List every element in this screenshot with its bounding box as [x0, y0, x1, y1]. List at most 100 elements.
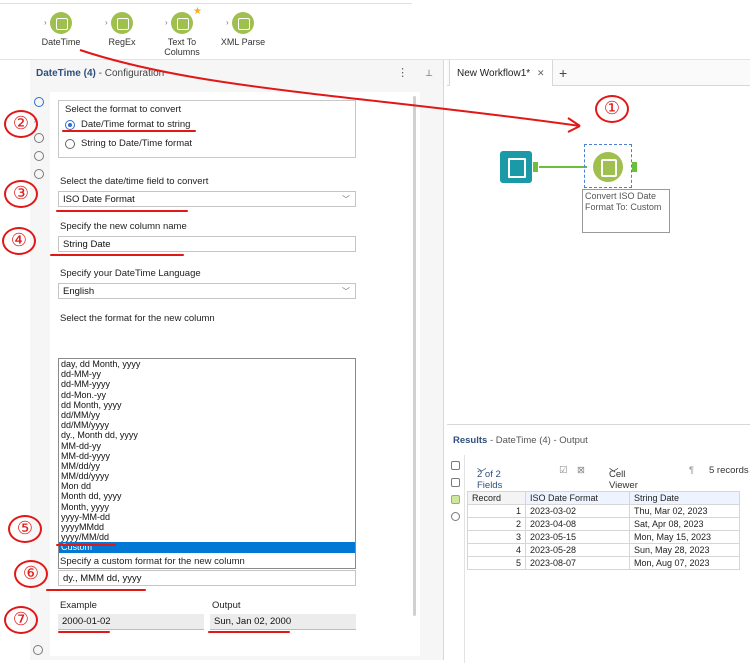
data-view-icon[interactable]: [451, 495, 460, 504]
configuration-gear-icon[interactable]: [33, 97, 44, 107]
table-cell[interactable]: Mon, May 15, 2023: [629, 530, 740, 544]
field-select-dropdown[interactable]: ISO Date Format ﹀: [58, 191, 356, 207]
table-cell[interactable]: 2: [467, 517, 526, 531]
format-option[interactable]: MM/dd/yyyy: [59, 471, 355, 481]
chevron-icon: ›: [105, 18, 108, 27]
format-option[interactable]: Month dd, yyyy: [59, 491, 355, 501]
table-cell[interactable]: 3: [467, 530, 526, 544]
help-icon[interactable]: [451, 512, 460, 521]
clear-icon[interactable]: ⊠: [577, 465, 585, 476]
properties-icon[interactable]: [33, 133, 44, 143]
annotation-underline: [58, 631, 110, 633]
new-column-input[interactable]: String Date: [58, 236, 356, 252]
help-icon[interactable]: [33, 169, 44, 179]
table-cell[interactable]: Mon, Aug 07, 2023: [629, 556, 740, 570]
tool-label: DateTime: [41, 37, 81, 47]
annotation-1: ①: [595, 95, 629, 123]
edit-icon[interactable]: ☑: [559, 465, 568, 476]
output-anchor[interactable]: [533, 162, 538, 172]
table-cell[interactable]: 2023-03-02: [525, 504, 630, 518]
format-option[interactable]: Mon dd: [59, 481, 355, 491]
format-option[interactable]: dd-Mon.-yy: [59, 390, 355, 400]
annotation-7: ⑦: [4, 606, 38, 634]
radio-label: Date/Time format to string: [81, 119, 191, 130]
tool-text-to-columns[interactable]: › ★ Text To Columns: [147, 6, 217, 57]
configuration-panel: DateTime (4) - Configuration ⋮ ⊥ Select …: [30, 60, 444, 660]
table-cell[interactable]: Sun, May 28, 2023: [629, 543, 740, 557]
more-options-icon[interactable]: ⋮: [397, 67, 408, 79]
workflow-canvas[interactable]: Convert ISO Date Format To: Custom: [447, 86, 750, 424]
table-cell[interactable]: Thu, Mar 02, 2023: [629, 504, 740, 518]
table-cell[interactable]: 4: [467, 543, 526, 557]
format-option[interactable]: yyyyMMdd: [59, 522, 355, 532]
column-header[interactable]: ISO Date Format: [525, 491, 630, 505]
table-cell[interactable]: 2023-08-07: [525, 556, 630, 570]
output-label: Output: [212, 600, 241, 611]
format-option[interactable]: dd Month, yyyy: [59, 400, 355, 410]
format-option[interactable]: dd-MM-yyyy: [59, 379, 355, 389]
fields-selector[interactable]: 2 of 2 Fields ﹀: [477, 465, 502, 491]
cell-viewer-dropdown[interactable]: Cell Viewer ﹀: [609, 465, 638, 491]
format-option[interactable]: Month, yyyy: [59, 502, 355, 512]
node-annotation: Convert ISO Date Format To: Custom: [582, 189, 670, 233]
tag-icon[interactable]: [33, 151, 44, 161]
format-option[interactable]: yyyy-MM-dd: [59, 512, 355, 522]
custom-format-input[interactable]: dy., MMM dd, yyyy: [58, 570, 356, 586]
annotation-6: ⑥: [14, 560, 48, 588]
table-row[interactable]: 4 2023-05-28 Sun, May 28, 2023: [467, 543, 740, 557]
tool-xml-parse[interactable]: › XML Parse: [208, 12, 278, 47]
new-column-label: Specify the new column name: [60, 221, 187, 232]
close-icon[interactable]: ✕: [537, 68, 545, 78]
pin-icon[interactable]: ⊥: [425, 68, 433, 78]
format-option[interactable]: dd/MM/yyyy: [59, 420, 355, 430]
table-cell[interactable]: 5: [467, 556, 526, 570]
results-title: Results - DateTime (4) - Output: [453, 435, 588, 446]
annotation-4: ④: [2, 227, 36, 255]
paragraph-icon[interactable]: ¶: [689, 465, 694, 476]
format-option[interactable]: dd/MM/yy: [59, 410, 355, 420]
grid-icon[interactable]: [451, 478, 460, 487]
tool-palette: › DateTime › RegEx › ★ Text To Columns ›…: [0, 0, 750, 60]
check-circle-icon[interactable]: [33, 645, 43, 655]
chevron-icon: ›: [226, 18, 229, 27]
radio-unselected-icon[interactable]: [65, 138, 75, 149]
tool-label: Text To Columns: [164, 37, 200, 57]
annotation-3: ③: [4, 180, 38, 208]
radio-selected-icon[interactable]: [65, 119, 75, 130]
language-dropdown[interactable]: English ﹀: [58, 283, 356, 299]
results-toolbar: 2 of 2 Fields ﹀ ☑ ⊠ Cell Viewer ﹀ ¶ 5 re…: [467, 461, 750, 491]
column-header[interactable]: String Date: [629, 491, 740, 505]
table-row[interactable]: 1 2023-03-02 Thu, Mar 02, 2023: [467, 504, 740, 518]
datetime-node[interactable]: [584, 144, 632, 188]
table-row[interactable]: 5 2023-08-07 Mon, Aug 07, 2023: [467, 556, 740, 570]
format-option[interactable]: MM-dd-yyyy: [59, 451, 355, 461]
format-option[interactable]: MM/dd/yy: [59, 461, 355, 471]
workflow-tab-bar: New Workflow1* ✕ +: [447, 60, 750, 86]
datetime-icon: [593, 152, 623, 182]
format-option[interactable]: dy., Month dd, yyyy: [59, 430, 355, 440]
scrollbar[interactable]: [413, 96, 416, 616]
table-cell[interactable]: 2023-05-28: [525, 543, 630, 557]
format-option[interactable]: yyyy/MM/dd: [59, 532, 355, 542]
format-option[interactable]: MM-dd-yy: [59, 441, 355, 451]
add-tab-button[interactable]: +: [559, 60, 567, 86]
results-title-main: Results: [453, 435, 488, 446]
format-option[interactable]: day, dd Month, yyyy: [59, 359, 355, 369]
list-icon[interactable]: [451, 461, 460, 470]
input-data-node-icon[interactable]: [500, 151, 532, 183]
format-listbox[interactable]: day, dd Month, yyyy dd-MM-yy dd-MM-yyyy dd-…: [58, 358, 356, 569]
tool-datetime[interactable]: › DateTime: [26, 12, 96, 47]
annotation-underline: [46, 589, 146, 591]
radio-datetime-to-string[interactable]: Date/Time format to string: [65, 119, 190, 130]
table-cell[interactable]: 2023-04-08: [525, 517, 630, 531]
table-row[interactable]: 3 2023-05-15 Mon, May 15, 2023: [467, 530, 740, 544]
table-cell[interactable]: Sat, Apr 08, 2023: [629, 517, 740, 531]
column-header[interactable]: Record: [467, 491, 526, 505]
tab-new-workflow[interactable]: New Workflow1* ✕: [449, 60, 553, 86]
table-cell[interactable]: 2023-05-15: [525, 530, 630, 544]
table-row[interactable]: 2 2023-04-08 Sat, Apr 08, 2023: [467, 517, 740, 531]
format-option[interactable]: dd-MM-yy: [59, 369, 355, 379]
radio-string-to-datetime[interactable]: String to Date/Time format: [65, 138, 192, 149]
table-cell[interactable]: 1: [467, 504, 526, 518]
output-anchor[interactable]: [632, 162, 637, 172]
